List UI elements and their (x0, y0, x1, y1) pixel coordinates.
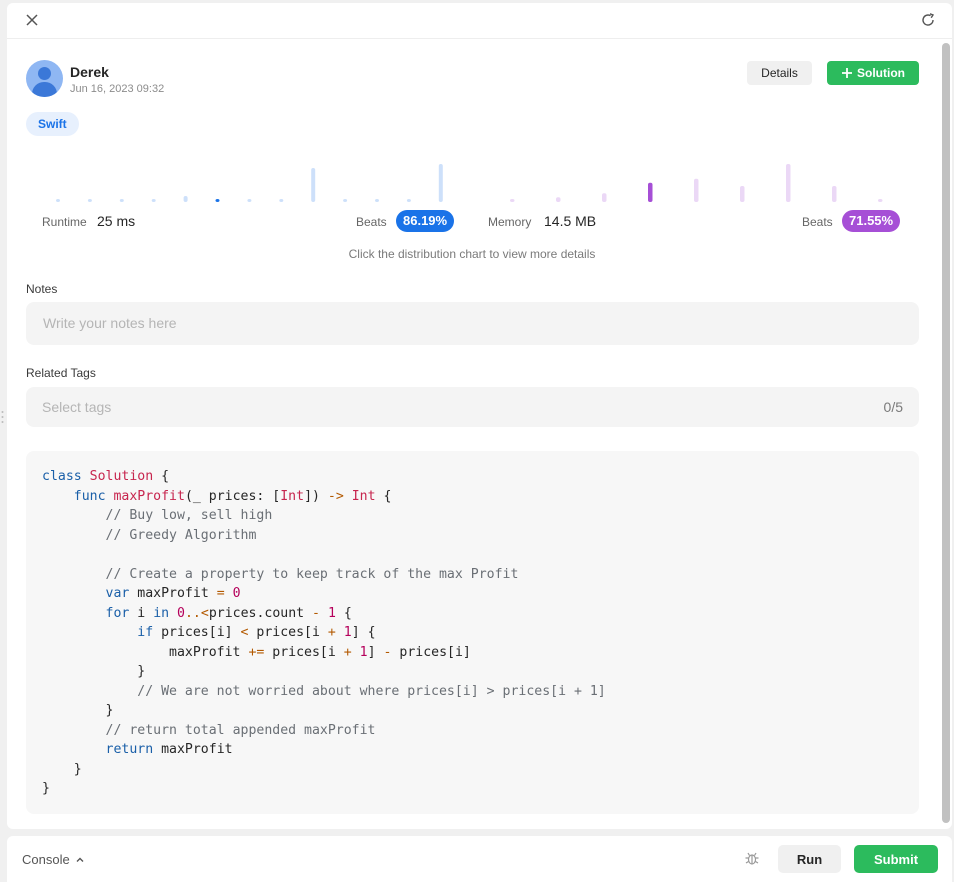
run-button[interactable]: Run (778, 845, 841, 873)
code-line[interactable]: for i in 0..<prices.count - 1 { (42, 604, 903, 624)
runtime-bar[interactable] (343, 199, 348, 202)
runtime-label: Runtime (42, 215, 87, 229)
runtime-beats-label: Beats (356, 215, 387, 229)
memory-bar[interactable] (878, 199, 883, 202)
chevron-up-icon (76, 857, 84, 862)
code-line[interactable]: if prices[i] < prices[i + 1] { (42, 623, 903, 643)
language-tag[interactable]: Swift (26, 112, 79, 136)
chart-hint: Click the distribution chart to view mor… (348, 247, 596, 261)
notes-label: Notes (26, 282, 58, 296)
code-line[interactable]: ​ (42, 545, 903, 565)
solution-panel: Derek Jun 16, 2023 09:32 Details Solutio… (7, 3, 952, 829)
runtime-value: 25 ms (97, 213, 136, 229)
debug-icon[interactable] (744, 850, 760, 866)
code-line[interactable]: // Buy low, sell high (42, 506, 903, 526)
memory-beats-badge: 71.55% (842, 210, 901, 232)
submit-button[interactable]: Submit (854, 845, 938, 873)
runtime-bar[interactable] (56, 199, 60, 202)
tags-placeholder: Select tags (42, 399, 112, 415)
code-line[interactable]: // Greedy Algorithm (42, 526, 903, 546)
related-tags-label: Related Tags (26, 366, 96, 380)
code-line[interactable]: // We are not worried about where prices… (42, 682, 903, 702)
code-line[interactable]: class Solution { (42, 467, 903, 487)
runtime-bar[interactable] (247, 199, 252, 202)
drag-handle-icon[interactable] (1, 410, 4, 424)
memory-bar[interactable] (556, 197, 561, 202)
memory-beats-label: Beats (802, 215, 833, 229)
details-button[interactable]: Details (747, 61, 812, 85)
avatar-body-shape (32, 82, 57, 97)
submission-date: Jun 16, 2023 09:32 (70, 83, 165, 95)
runtime-bar[interactable] (279, 199, 284, 202)
code-line[interactable]: return maxProfit (42, 740, 903, 760)
memory-bar[interactable] (602, 193, 607, 202)
memory-bar[interactable] (786, 164, 791, 202)
code-line[interactable]: } (42, 701, 903, 721)
code-block[interactable]: class Solution { func maxProfit(_ prices… (26, 451, 919, 814)
runtime-bar[interactable] (375, 199, 379, 202)
close-icon[interactable] (24, 12, 40, 28)
panel-toolbar (7, 3, 952, 39)
memory-bar[interactable] (832, 186, 837, 202)
add-solution-label: Solution (857, 66, 905, 80)
console-toggle[interactable]: Console (22, 852, 85, 867)
code-line[interactable]: // return total appended maxProfit (42, 721, 903, 741)
memory-bar[interactable] (648, 182, 653, 202)
memory-bar[interactable] (740, 186, 745, 202)
runtime-bar[interactable] (183, 196, 188, 202)
memory-bar[interactable] (694, 178, 699, 202)
code-line[interactable]: // Create a property to keep track of th… (42, 565, 903, 585)
runtime-bar[interactable] (215, 199, 220, 202)
plus-icon (842, 68, 852, 78)
code-line[interactable]: } (42, 779, 903, 799)
user-name[interactable]: Derek (70, 64, 109, 80)
console-label: Console (22, 852, 70, 867)
memory-value: 14.5 MB (544, 213, 597, 229)
code-line[interactable]: maxProfit += prices[i + 1] - prices[i] (42, 643, 903, 663)
avatar[interactable] (26, 60, 63, 97)
runtime-bar[interactable] (438, 164, 443, 202)
notes-input[interactable]: Write your notes here (26, 302, 919, 345)
runtime-bar[interactable] (311, 168, 316, 202)
runtime-bar[interactable] (151, 199, 156, 202)
tags-select[interactable]: Select tags 0/5 (26, 387, 919, 427)
avatar-head-shape (38, 67, 51, 80)
tags-count: 0/5 (883, 399, 903, 415)
bottom-bar: Console Run Submit (7, 836, 952, 882)
memory-label: Memory (488, 215, 532, 229)
memory-bar[interactable] (510, 199, 515, 202)
distribution-chart[interactable] (7, 150, 937, 210)
runtime-bar[interactable] (87, 199, 92, 202)
code-line[interactable]: func maxProfit(_ prices: [Int]) -> Int { (42, 487, 903, 507)
reset-icon[interactable] (920, 12, 936, 28)
runtime-beats-badge: 86.19% (396, 210, 455, 232)
code-line[interactable]: var maxProfit = 0 (42, 584, 903, 604)
code-line[interactable]: } (42, 662, 903, 682)
runtime-bar[interactable] (406, 199, 411, 202)
scrollbar[interactable] (942, 43, 950, 823)
code-line[interactable]: } (42, 760, 903, 780)
add-solution-button[interactable]: Solution (827, 61, 919, 85)
runtime-bar[interactable] (119, 199, 124, 202)
panel-content: Derek Jun 16, 2023 09:32 Details Solutio… (7, 40, 937, 829)
